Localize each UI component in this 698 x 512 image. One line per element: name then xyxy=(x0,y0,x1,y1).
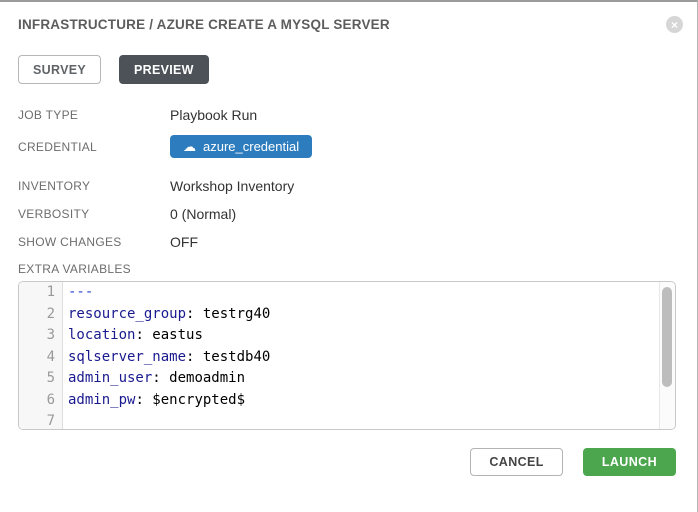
yaml-value: : testdb40 xyxy=(186,349,270,365)
close-icon[interactable]: × xyxy=(666,16,683,33)
yaml-key: admin_pw xyxy=(68,392,135,408)
show-changes-value: OFF xyxy=(170,234,198,250)
code-line: 2 resource_group: testrg40 xyxy=(19,304,675,326)
tab-bar: SURVEY PREVIEW xyxy=(18,55,676,84)
code-line: 4 sqlserver_name: testdb40 xyxy=(19,347,675,369)
launch-preview-modal: INFRASTRUCTURE / AZURE CREATE A MYSQL SE… xyxy=(0,2,697,512)
yaml-value: : eastus xyxy=(135,327,202,343)
extra-variables-label: EXTRA VARIABLES xyxy=(18,262,170,276)
yaml-key: admin_user xyxy=(68,370,152,386)
row-verbosity: VERBOSITY 0 (Normal) xyxy=(18,206,676,222)
verbosity-label: VERBOSITY xyxy=(18,207,170,221)
tab-survey[interactable]: SURVEY xyxy=(18,55,101,84)
verbosity-value: 0 (Normal) xyxy=(170,206,236,222)
code-line: 3 location: eastus xyxy=(19,325,675,347)
job-details: JOB TYPE Playbook Run CREDENTIAL ☁ azure… xyxy=(18,107,676,430)
credential-badge[interactable]: ☁ azure_credential xyxy=(170,135,312,158)
modal-footer: CANCEL LAUNCH xyxy=(18,448,676,476)
line-number: 6 xyxy=(19,390,63,412)
tab-preview[interactable]: PREVIEW xyxy=(119,55,209,84)
cloud-icon: ☁ xyxy=(183,140,196,153)
row-inventory: INVENTORY Workshop Inventory xyxy=(18,178,676,194)
line-number: 5 xyxy=(19,368,63,390)
code-line: 6 admin_pw: $encrypted$ xyxy=(19,390,675,412)
credential-label: CREDENTIAL xyxy=(18,140,170,154)
row-extra-variables-label: EXTRA VARIABLES xyxy=(18,262,676,276)
extra-variables-editor[interactable]: 1 --- 2 resource_group: testrg40 3 locat… xyxy=(18,281,676,430)
code-line: 1 --- xyxy=(19,282,675,304)
job-type-value: Playbook Run xyxy=(170,107,257,123)
show-changes-label: SHOW CHANGES xyxy=(18,235,170,249)
yaml-key: resource_group xyxy=(68,306,186,322)
line-number: 2 xyxy=(19,304,63,326)
inventory-label: INVENTORY xyxy=(18,179,170,193)
row-show-changes: SHOW CHANGES OFF xyxy=(18,234,676,250)
row-job-type: JOB TYPE Playbook Run xyxy=(18,107,676,123)
yaml-value: : testrg40 xyxy=(186,306,270,322)
yaml-key: location xyxy=(68,327,135,343)
credential-badge-label: azure_credential xyxy=(203,139,299,154)
code-line: 5 admin_user: demoadmin xyxy=(19,368,675,390)
yaml-value: : demoadmin xyxy=(152,370,245,386)
inventory-value: Workshop Inventory xyxy=(170,178,294,194)
page-title: INFRASTRUCTURE / AZURE CREATE A MYSQL SE… xyxy=(18,15,390,32)
modal-header: INFRASTRUCTURE / AZURE CREATE A MYSQL SE… xyxy=(18,15,676,33)
line-number: 1 xyxy=(19,282,63,304)
yaml-key: sqlserver_name xyxy=(68,349,186,365)
cancel-button[interactable]: CANCEL xyxy=(470,448,562,476)
code-line: 7 xyxy=(19,411,675,430)
line-number: 7 xyxy=(19,411,63,430)
launch-button[interactable]: LAUNCH xyxy=(583,448,676,476)
yaml-value: : $encrypted$ xyxy=(135,392,245,408)
editor-scrollbar-thumb[interactable] xyxy=(662,287,672,387)
row-credential: CREDENTIAL ☁ azure_credential xyxy=(18,135,676,158)
job-type-label: JOB TYPE xyxy=(18,108,170,122)
line-number: 4 xyxy=(19,347,63,369)
line-number: 3 xyxy=(19,325,63,347)
editor-scrollbar-track[interactable] xyxy=(659,282,675,429)
yaml-meta: --- xyxy=(68,284,93,300)
